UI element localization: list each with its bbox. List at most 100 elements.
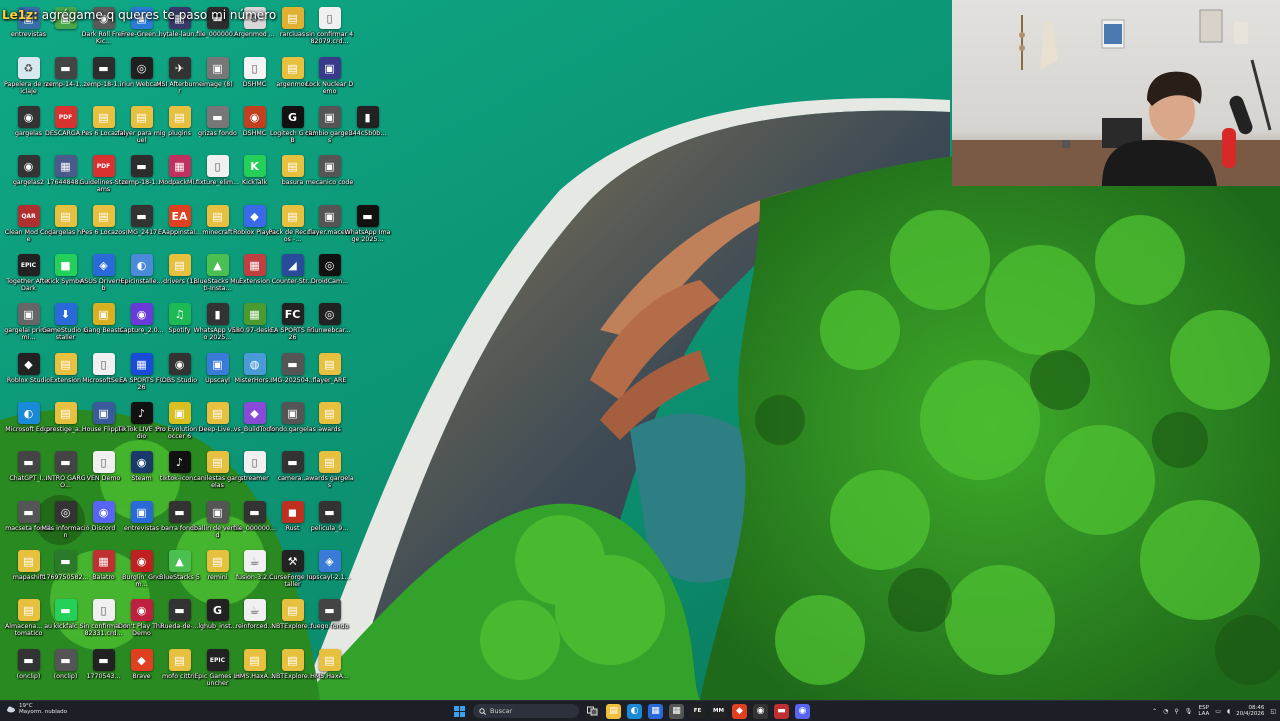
- desktop-icon-image: ◈: [92, 254, 115, 276]
- search-placeholder: Buscar: [490, 707, 513, 715]
- taskbar-app-fc[interactable]: FE: [690, 703, 705, 719]
- desktop-icon-image: ▤: [281, 155, 304, 177]
- language-indicator[interactable]: ESP LAA: [1198, 705, 1209, 718]
- desktop-icon-image: ◉: [130, 451, 153, 473]
- taskbar-app-file-explorer[interactable]: ▤: [606, 703, 621, 719]
- desktop-icon-image: ▬: [130, 155, 153, 177]
- desktop-icon-image: ◉: [130, 599, 153, 621]
- taskbar-center: Buscar ▤ ◐ ▦ ▦ FE MM ◆ ◉ ▬ ◉: [452, 703, 810, 719]
- desktop-icon-image: ▤: [130, 106, 153, 128]
- stream-chat-message: Le1z: agrégame q queres te paso mi númer…: [2, 8, 276, 22]
- desktop-icon[interactable]: ◎ DroidCam...: [305, 251, 354, 300]
- desktop-icon-image: ▤: [54, 353, 77, 375]
- network-icon[interactable]: ◔: [1163, 708, 1168, 715]
- desktop-icon[interactable]: ▤ awards: [305, 399, 354, 448]
- task-view-button[interactable]: [585, 704, 600, 719]
- desktop-icon[interactable]: ▯ sin confirmar 482079.crd...: [305, 4, 354, 53]
- desktop-icon[interactable]: ▤ flayer_ARE: [305, 350, 354, 399]
- desktop-icon-label: DroidCam...: [310, 278, 349, 285]
- desktop-icon-image: ◉: [168, 353, 191, 375]
- desktop-icon-image: ▤: [318, 353, 341, 375]
- taskbar-app-store[interactable]: ▦: [648, 703, 663, 719]
- desktop-icon[interactable]: ▤ HMS.HaxA...: [305, 646, 354, 695]
- taskbar-app-brave[interactable]: ◆: [732, 703, 747, 719]
- desktop-icon[interactable]: ◎ iriunwebcar...: [305, 300, 354, 349]
- taskbar-pinned-apps: ▤ ◐ ▦ ▦ FE MM ◆ ◉ ▬ ◉: [606, 703, 810, 719]
- chat-text: agrégame q queres te paso mi número: [41, 8, 277, 22]
- desktop-icon-image: ▤: [281, 205, 304, 227]
- clock-date: 20/4/2026: [1236, 711, 1265, 717]
- desktop-icon-image: ▬: [130, 205, 153, 227]
- usb-icon[interactable]: ⚲: [1174, 708, 1178, 715]
- desktop-icon-image: ▬: [92, 57, 115, 79]
- desktop-icon-image: ▤: [54, 205, 77, 227]
- desktop-icon-label: flayer_ARE: [312, 377, 347, 384]
- desktop-icon-image: ◐: [17, 402, 40, 424]
- desktop-icon[interactable]: ▤ awards gargelas: [305, 448, 354, 497]
- desktop-icon[interactable]: ▬ fuego fondo: [305, 596, 354, 645]
- desktop-icon-image: ▬: [17, 649, 40, 671]
- desktop-icon-image: EPIC: [17, 254, 40, 276]
- desktop-icon-image: ▬: [356, 205, 379, 227]
- desktop-icon[interactable]: ▮ 344c5b0b...: [343, 103, 392, 152]
- desktop-icon-image: ✈: [168, 57, 191, 79]
- desktop-icon-image: ▬: [17, 501, 40, 523]
- desktop-icon-image: ▤: [92, 205, 115, 227]
- desktop-icon[interactable]: ◈ upscayl-2.1...: [305, 547, 354, 596]
- desktop-icon-image: G: [281, 106, 304, 128]
- taskbar-app-media[interactable]: ▬: [774, 703, 789, 719]
- desktop-icon-label: awards gargelas: [305, 475, 354, 490]
- notification-icon[interactable]: ◱: [1270, 708, 1276, 715]
- language-layout: LAA: [1198, 711, 1210, 717]
- desktop-icon-image: ▣: [318, 57, 341, 79]
- chevron-up-icon[interactable]: ⌃: [1152, 708, 1157, 715]
- desktop-icon-image: ▮: [206, 303, 229, 325]
- desktop-icon-image: ▣: [318, 155, 341, 177]
- desktop-icon[interactable]: ▣ Lock Nuclear Demo: [305, 54, 354, 103]
- desktop-icon-image: ◆: [243, 205, 266, 227]
- desktop-icon-label: Lock Nuclear Demo: [305, 81, 354, 96]
- desktop-icon-image: ◍: [243, 353, 266, 375]
- desktop-icon[interactable]: ▬ WhatsApp Image 2025...: [343, 202, 392, 251]
- desktop-icon-image: ⬇: [54, 303, 77, 325]
- desktop-icon-image: ◆: [17, 353, 40, 375]
- desktop-icon-image: FC: [281, 303, 304, 325]
- cloud-icon: [7, 706, 15, 713]
- desktop-icon[interactable]: ▬ pelicula_9...: [305, 498, 354, 547]
- desktop-icon-image: ▤: [206, 550, 229, 572]
- desktop-icon-image: ▯: [92, 599, 115, 621]
- desktop-icon-image: ♻: [17, 57, 40, 79]
- taskbar-app-edge[interactable]: ◐: [627, 703, 642, 719]
- desktop-icon-image: ☕: [243, 599, 266, 621]
- search-icon: [479, 707, 486, 715]
- desktop-icon-label: upscayl-2.1...: [308, 574, 351, 581]
- taskbar-app-mm[interactable]: MM: [711, 703, 726, 719]
- clock[interactable]: 08:46 20/4/2026: [1236, 705, 1264, 718]
- desktop-icon-image: ▬: [206, 106, 229, 128]
- start-button[interactable]: [452, 704, 467, 719]
- desktop-icon-image: ▯: [318, 7, 341, 29]
- webcam-overlay: [952, 0, 1280, 186]
- desktop-icon-image: ▦: [168, 155, 191, 177]
- taskbar-app-obs[interactable]: ◉: [753, 703, 768, 719]
- taskbar-app-calculator[interactable]: ▦: [669, 703, 684, 719]
- desktop-icon-image: ▦: [243, 254, 266, 276]
- desktop-icon-label: 344c5b0b...: [348, 130, 387, 137]
- desktop-icon-image: ▦: [243, 303, 266, 325]
- desktop-icon[interactable]: ▣ mecanico code: [305, 152, 354, 201]
- weather-widget[interactable]: 19°C Mayorm. nublado: [6, 703, 67, 716]
- desktop-icon-image: ◆: [130, 649, 153, 671]
- desktop-icon-image: ▯: [92, 451, 115, 473]
- taskbar-search-box[interactable]: Buscar: [473, 704, 579, 718]
- desktop-icon-image: ▣: [206, 501, 229, 523]
- volume-icon[interactable]: ◖: [1227, 708, 1230, 715]
- desktop-icon-image: ▬: [243, 501, 266, 523]
- desktop-icon-image: ◆: [243, 402, 266, 424]
- desktop-icon-image: ⚒: [281, 550, 304, 572]
- taskbar-app-discord[interactable]: ◉: [795, 703, 810, 719]
- microphone-icon[interactable]: 🎙: [1185, 708, 1193, 715]
- desktop-icon-image: ◎: [318, 303, 341, 325]
- display-icon[interactable]: ▭: [1215, 708, 1221, 715]
- desktop-icon-image: ▬: [168, 501, 191, 523]
- desktop-icon-label: mecanico code: [305, 179, 354, 186]
